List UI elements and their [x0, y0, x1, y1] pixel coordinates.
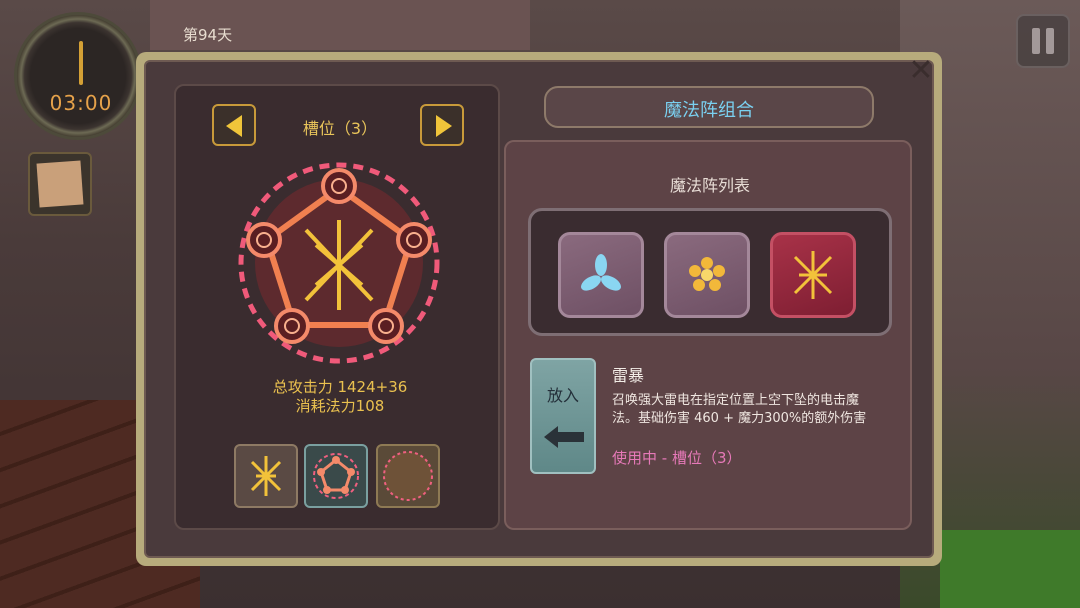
- spell-status: 使用中 - 槽位（3）: [612, 449, 742, 467]
- pause-icon-bar: [1046, 28, 1054, 54]
- total-attack: 总攻击力 1424+36: [272, 378, 408, 396]
- background-grass: [940, 530, 1080, 608]
- clock-time: 03:00: [49, 91, 113, 115]
- close-button[interactable]: ✕: [906, 56, 936, 86]
- insert-label: 放入: [546, 386, 579, 405]
- slot-thumb-pentagram[interactable]: [304, 444, 368, 508]
- slot-stats: 总攻击力 1424+36 消耗法力108: [220, 378, 460, 416]
- spell-name: 雷暴: [612, 366, 645, 385]
- empty-circle-icon: [383, 451, 433, 501]
- list-title: 魔法阵列表: [669, 176, 750, 195]
- magic-tile-flower[interactable]: [664, 232, 750, 318]
- day-counter: 第94天: [183, 26, 233, 44]
- triskelion-icon: [581, 254, 621, 291]
- arrow-left-icon: [544, 426, 584, 448]
- arrow-right-icon: [436, 115, 452, 137]
- spell-description: 召唤强大雷电在指定位置上空下坠的电击魔法。基础伤害 460 + 魔力300%的额…: [612, 393, 867, 426]
- slot-thumb-lightning[interactable]: [234, 444, 298, 508]
- prev-slot-button[interactable]: [212, 104, 256, 146]
- clock-hand: [79, 41, 83, 85]
- pause-icon: [1032, 28, 1040, 54]
- pentagram-circle-icon: [313, 453, 359, 499]
- scroll-note-icon[interactable]: [28, 152, 92, 216]
- arrow-left-icon: [226, 115, 242, 137]
- magic-circle-preview: [238, 162, 440, 364]
- slot-title: 槽位（3）: [302, 119, 378, 138]
- flower-icon: [689, 257, 725, 291]
- mana-cost: 消耗法力108: [295, 397, 385, 415]
- lightning-rune-icon: [793, 251, 833, 299]
- magic-tile-triskelion[interactable]: [558, 232, 644, 318]
- next-slot-button[interactable]: [420, 104, 464, 146]
- insert-button[interactable]: 放入: [530, 358, 596, 474]
- magic-tile-lightning[interactable]: [770, 232, 856, 318]
- pause-button[interactable]: [1016, 14, 1070, 68]
- clock: 03:00: [14, 12, 142, 140]
- slot-thumb-empty[interactable]: [376, 444, 440, 508]
- combo-title: 魔法阵组合: [664, 100, 754, 121]
- lightning-rune-icon: [250, 456, 282, 496]
